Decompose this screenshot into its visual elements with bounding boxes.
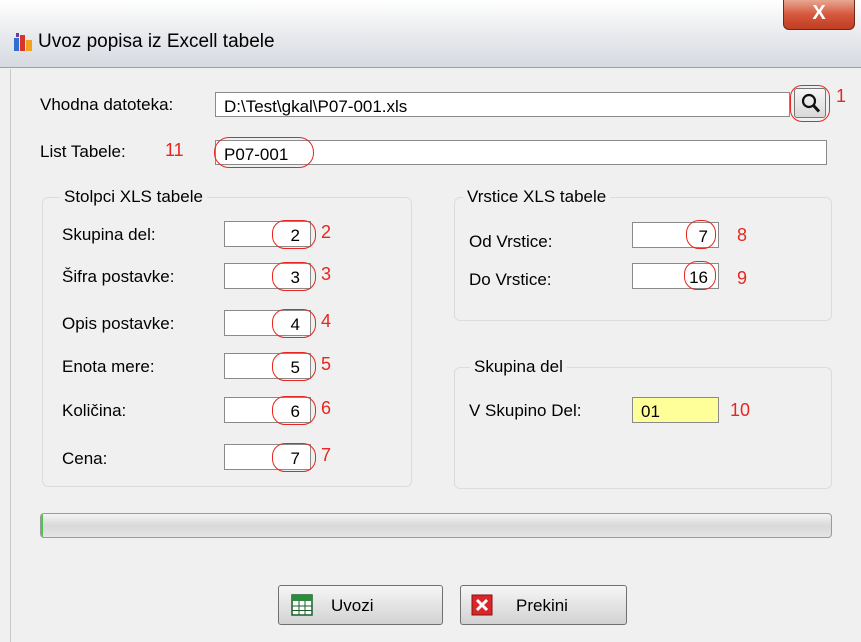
column-label-unit: Enota mere: (62, 357, 155, 376)
annotation-number: 1 (836, 86, 847, 106)
column-label-description: Opis postavke: (62, 314, 175, 333)
excel-icon (291, 594, 313, 616)
annotation-circle (272, 262, 316, 291)
cancel-icon (471, 594, 493, 616)
column-label-group: Skupina del: (62, 225, 156, 244)
annotation-number: 7 (321, 445, 332, 465)
annotation-number: 4 (321, 311, 332, 331)
input-file-field[interactable]: D:\Test\gkal\P07-001.xls (215, 92, 790, 117)
sheet-label: List Tabele: (40, 142, 126, 161)
column-label-code: Šifra postavke: (62, 267, 175, 286)
to-row-label: Do Vrstice: (469, 270, 552, 289)
annotation-circle-sheet (214, 137, 314, 168)
annotation-circle (272, 309, 316, 338)
close-button[interactable]: X (783, 0, 855, 30)
annotation-circle (272, 443, 316, 472)
annotation-circle (684, 261, 716, 290)
progress-fill (41, 514, 43, 537)
rows-group (454, 197, 832, 321)
from-row-label: Od Vrstice: (469, 232, 553, 251)
parts-group-title: Skupina del (470, 357, 567, 377)
annotation-number: 6 (321, 398, 332, 418)
input-file-label: Vhodna datoteka: (40, 95, 174, 114)
annotation-number: 3 (321, 264, 332, 284)
column-label-price: Cena: (62, 449, 108, 468)
rows-group-title: Vrstice XLS tabele (463, 187, 611, 207)
annotation-circle (272, 352, 316, 381)
part-group-label: V Skupino Del: (469, 401, 582, 420)
import-dialog: Uvoz popisa iz Excell tabele X Vhodna da… (0, 0, 861, 642)
window-title: Uvoz popisa iz Excell tabele (38, 31, 275, 52)
title-bar[interactable]: Uvoz popisa iz Excell tabele X (0, 0, 861, 68)
app-icon (14, 33, 32, 51)
close-icon: X (812, 2, 826, 24)
cancel-button[interactable]: Prekini (460, 585, 627, 625)
annotation-number: 11 (165, 140, 184, 160)
input-file-value: D:\Test\gkal\P07-001.xls (224, 97, 408, 116)
annotation-number: 2 (321, 222, 332, 242)
annotation-number: 9 (737, 268, 748, 288)
parts-group (454, 367, 832, 489)
annotation-circle (272, 396, 316, 425)
annotation-number: 5 (321, 354, 332, 374)
annotation-circle (686, 220, 716, 249)
import-progress-bar (40, 513, 832, 538)
import-button-label: Uvozi (331, 596, 374, 615)
annotation-circle (272, 220, 316, 249)
cancel-button-label: Prekini (516, 596, 568, 615)
columns-group-title: Stolpci XLS tabele (60, 187, 207, 207)
part-group-field[interactable]: 01 (632, 397, 719, 423)
annotation-number: 10 (730, 400, 751, 420)
column-label-quantity: Količina: (62, 401, 127, 420)
annotation-circle-browse (790, 85, 830, 122)
annotation-number: 8 (737, 225, 748, 245)
import-button[interactable]: Uvozi (278, 585, 443, 625)
